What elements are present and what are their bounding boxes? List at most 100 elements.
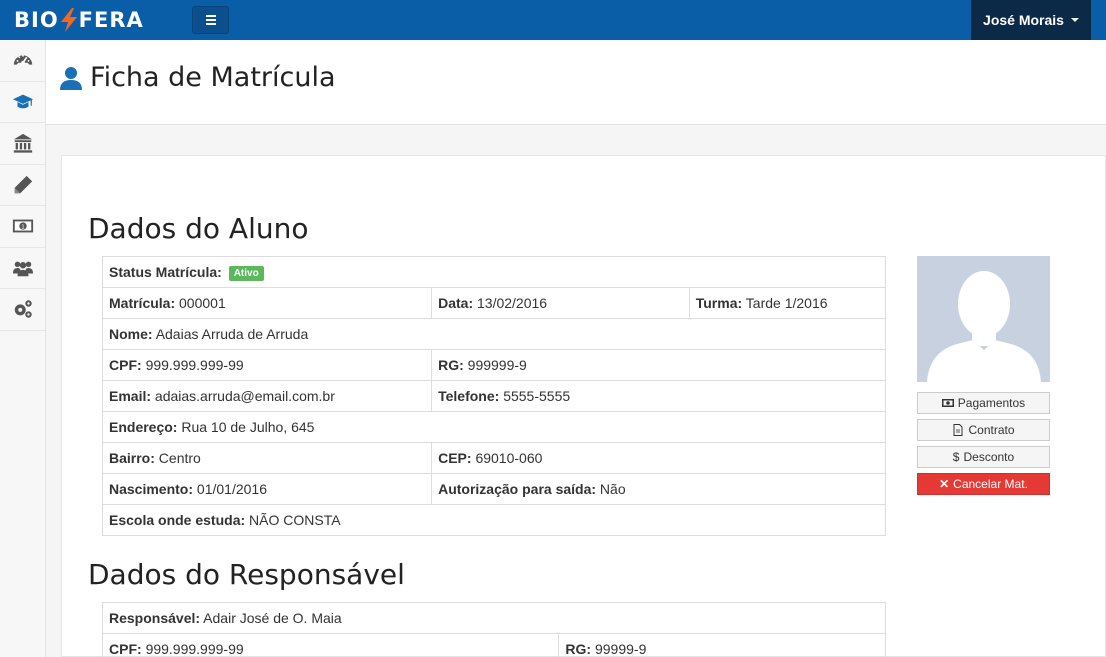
brand-logo-left: BIO	[14, 8, 59, 32]
endereco-cell: Endereço: Rua 10 de Julho, 645	[102, 411, 886, 443]
matricula-label: Matrícula:	[109, 295, 176, 311]
resp-rg-value: 99999-9	[594, 641, 647, 657]
pencil-icon	[14, 175, 32, 193]
email-value: adaias.arruda@email.com.br	[154, 388, 335, 404]
brand-logo-right: FERA	[78, 8, 144, 32]
cancelar-label: Cancelar Mat.	[953, 477, 1028, 491]
telefone-value: 5555-5555	[503, 388, 571, 404]
nome-label: Nome:	[109, 326, 153, 342]
institution-icon	[13, 134, 32, 153]
nascimento-label: Nascimento:	[109, 481, 194, 497]
sidebar-item-usuarios[interactable]	[0, 248, 45, 289]
sidebar-item-editar[interactable]	[0, 165, 45, 206]
cep-label: CEP:	[438, 450, 472, 466]
page-title: Ficha de Matrícula	[60, 62, 336, 93]
email-label: Email:	[109, 388, 152, 404]
user-menu-dropdown[interactable]: José Morais	[971, 0, 1091, 40]
table-row: Matrícula: 000001 Data: 13/02/2016 Turma…	[101, 287, 887, 319]
gears-icon	[14, 300, 32, 318]
endereco-label: Endereço:	[109, 419, 178, 435]
table-row: Escola onde estuda: NÃO CONSTA	[102, 504, 886, 536]
page-header: Ficha de Matrícula	[46, 40, 1106, 125]
brand-logo[interactable]: BIO FERA	[14, 6, 144, 34]
pagamentos-label: Pagamentos	[957, 396, 1026, 410]
status-badge: Ativo	[228, 265, 264, 281]
page-title-text: Ficha de Matrícula	[90, 62, 336, 93]
status-cell: Status Matrícula: Ativo	[102, 256, 886, 288]
dollar-icon: $	[952, 450, 960, 464]
top-navbar: BIO FERA José Morais	[0, 0, 1106, 40]
section-title-responsavel: Dados do Responsável	[88, 558, 405, 591]
bairro-label: Bairro:	[109, 450, 155, 466]
escola-cell: Escola onde estuda: NÃO CONSTA	[102, 504, 886, 536]
table-row: CPF: 999.999.999-99 RG: 99999-9	[101, 633, 886, 657]
contrato-label: Contrato	[968, 423, 1015, 437]
rg-label: RG:	[438, 357, 464, 373]
autorizacao-label: Autorização para saída:	[438, 481, 597, 497]
money-icon: 1	[12, 219, 33, 233]
nascimento-cell: Nascimento: 01/01/2016	[101, 473, 433, 505]
cpf-label: CPF:	[109, 357, 142, 373]
svg-text:1: 1	[21, 225, 25, 231]
sidebar-item-configuracoes[interactable]	[0, 289, 45, 331]
escola-label: Escola onde estuda:	[109, 512, 246, 528]
table-row: Email: adaias.arruda@email.com.br Telefo…	[101, 380, 886, 412]
desconto-label: Desconto	[963, 450, 1015, 464]
nascimento-value: 01/01/2016	[196, 481, 267, 497]
student-info-table: Status Matrícula: Ativo Matrícula: 00000…	[101, 256, 887, 536]
telefone-cell: Telefone: 5555-5555	[431, 380, 886, 412]
responsavel-cell: Responsável: Adair José de O. Maia	[102, 602, 886, 634]
sidebar-item-instituicao[interactable]	[0, 123, 45, 165]
sidebar-item-dashboard[interactable]	[0, 40, 45, 82]
nome-value: Adaias Arruda de Arruda	[155, 326, 309, 342]
matricula-cell: Matrícula: 000001	[101, 287, 433, 319]
responsavel-label: Responsável:	[109, 610, 201, 626]
user-icon	[60, 66, 82, 90]
menu-toggle-button[interactable]	[192, 6, 229, 34]
resp-cpf-cell: CPF: 999.999.999-99	[101, 633, 560, 657]
cpf-value: 999.999.999-99	[145, 357, 244, 373]
table-row: Endereço: Rua 10 de Julho, 645	[102, 411, 886, 443]
file-text-icon	[953, 424, 963, 436]
autorizacao-value: Não	[599, 481, 626, 497]
rg-cell: RG: 999999-9	[431, 349, 886, 381]
caret-down-icon	[1070, 18, 1079, 22]
data-cell: Data: 13/02/2016	[431, 287, 690, 319]
bairro-value: Centro	[158, 450, 201, 466]
desconto-button[interactable]: $ Desconto	[917, 446, 1050, 468]
contrato-button[interactable]: Contrato	[917, 419, 1050, 441]
turma-label: Turma:	[695, 295, 743, 311]
hamburger-icon-bar	[205, 23, 216, 25]
users-icon	[12, 261, 33, 276]
student-photo	[917, 256, 1050, 382]
times-icon: ✕	[939, 477, 950, 491]
table-row: Status Matrícula: Ativo	[102, 256, 886, 288]
sidebar: 1	[0, 40, 46, 657]
guardian-info-table: Responsável: Adair José de O. Maia CPF: …	[101, 602, 886, 657]
responsavel-value: Adair José de O. Maia	[203, 610, 342, 626]
cep-cell: CEP: 69010-060	[431, 442, 886, 474]
rg-value: 999999-9	[467, 357, 527, 373]
cpf-cell: CPF: 999.999.999-99	[101, 349, 433, 381]
turma-cell: Turma: Tarde 1/2016	[688, 287, 887, 319]
pagamentos-button[interactable]: Pagamentos	[917, 392, 1050, 414]
matricula-value: 000001	[179, 295, 226, 311]
resp-cpf-label: CPF:	[109, 641, 142, 657]
user-name: José Morais	[983, 12, 1064, 28]
cancelar-matricula-button[interactable]: ✕ Cancelar Mat.	[917, 473, 1050, 495]
bairro-cell: Bairro: Centro	[101, 442, 433, 474]
nome-cell: Nome: Adaias Arruda de Arruda	[102, 318, 886, 350]
table-row: Nascimento: 01/01/2016 Autorização para …	[101, 473, 886, 505]
avatar-silhouette-icon	[927, 271, 1041, 382]
resp-cpf-value: 999.999.999-99	[145, 641, 244, 657]
sidebar-item-financeiro[interactable]: 1	[0, 206, 45, 248]
sidebar-item-matricula[interactable]	[0, 82, 45, 123]
resp-rg-cell: RG: 99999-9	[558, 633, 886, 657]
data-value: 13/02/2016	[477, 295, 548, 311]
turma-value: Tarde 1/2016	[745, 295, 828, 311]
table-row: CPF: 999.999.999-99 RG: 999999-9	[101, 349, 886, 381]
telefone-label: Telefone:	[438, 388, 500, 404]
autorizacao-cell: Autorização para saída: Não	[431, 473, 886, 505]
endereco-value: Rua 10 de Julho, 645	[181, 419, 315, 435]
table-row: Responsável: Adair José de O. Maia	[102, 602, 886, 634]
